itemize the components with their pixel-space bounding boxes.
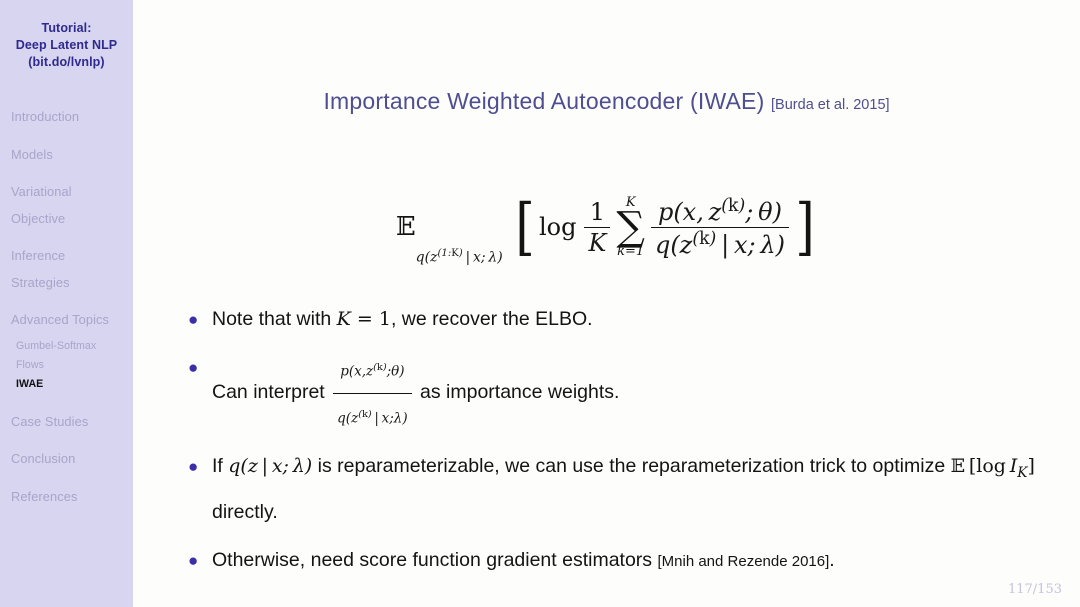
fraction-one-over-k: 1 K — [584, 197, 611, 257]
inline-math-q-posterior: q(z | x; λ) — [228, 455, 313, 477]
presentation-title-line-1: Tutorial: — [41, 21, 92, 35]
list-item: ● If q(z | x; λ) is reparameterizable, w… — [188, 447, 1068, 532]
sidebar-item-inference[interactable]: Inference — [0, 246, 133, 266]
fraction-denominator: q(z(k) | x;λ) — [333, 392, 412, 439]
fraction-numerator: 1 — [589, 197, 606, 226]
sidebar-item-label: Advanced Topics — [11, 312, 110, 327]
bullet-dot-icon: ● — [188, 550, 199, 570]
list-item: ● Can interpret p(x,z(k);θ) q(z(k) | x;λ… — [188, 348, 1068, 438]
bullet-text-after: , we recover the ELBO. — [390, 308, 593, 330]
list-item: ● Otherwise, need score function gradien… — [188, 541, 1068, 581]
fraction-p-over-q: p(x, z(k); θ) q(z(k) | x; λ) — [650, 195, 789, 259]
summation-sigma-icon: ∑ — [616, 204, 645, 250]
bullet-text-importance-weights: Can interpret p(x,z(k);θ) q(z(k) | x;λ) … — [212, 348, 1068, 438]
bullet-text-before: Note that with — [212, 308, 337, 330]
sidebar-item-label: Strategies — [11, 274, 70, 290]
fraction-denominator: q(z(k) | x; λ) — [650, 226, 789, 259]
sidebar-item-references[interactable]: References — [0, 487, 133, 507]
bullet-text-after: as importance weights. — [414, 381, 620, 404]
presentation-title-line-3: (bit.do/lvnlp) — [28, 55, 105, 69]
bullet-text-reparameterization: If q(z | x; λ) is reparameterizable, we … — [212, 447, 1068, 532]
sidebar-subitem-flows[interactable]: Flows — [0, 356, 133, 375]
sidebar-subitem-label: Flows — [16, 358, 44, 371]
bullet-text-before: If — [212, 455, 229, 477]
sidebar-item-variational[interactable]: Variational — [0, 182, 133, 202]
sidebar-item-label: Case Studies — [11, 413, 89, 429]
sidebar-item-strategies[interactable]: Strategies — [0, 273, 133, 293]
bullet-dot-icon: ● — [188, 358, 199, 377]
sidebar-item-label: References — [11, 488, 78, 504]
inline-math-k-equals-1: K = 1 — [336, 308, 391, 330]
sidebar-item-conclusion[interactable]: Conclusion — [0, 449, 133, 469]
sidebar-item-label: Variational — [11, 184, 72, 199]
sidebar-item-case-studies[interactable]: Case Studies — [0, 412, 133, 432]
sidebar-section-list: Introduction Models Variational Objectiv… — [0, 107, 133, 506]
sidebar-subitem-label: Gumbel-Softmax — [16, 339, 97, 352]
sidebar-item-advanced-topics[interactable]: Advanced Topics — [0, 310, 133, 330]
presentation-title: Tutorial: Deep Latent NLP (bit.do/lvnlp) — [0, 0, 133, 71]
bullet-text-after: . — [829, 548, 835, 571]
slide-title: Importance Weighted Autoencoder (IWAE) [… — [133, 88, 1080, 115]
bullet-text-score-function: Otherwise, need score function gradient … — [212, 541, 1068, 581]
fraction-numerator: p(x,z(k);θ) — [340, 362, 405, 380]
bullet-text-before: Can interpret — [212, 381, 331, 404]
expectation-subscript: q(z(1:K) | x; λ) — [415, 247, 503, 266]
list-item: ● Note that with K = 1, we recover the E… — [188, 300, 1068, 339]
bullet-dot-icon: ● — [188, 310, 199, 329]
sidebar-item-label: Introduction — [11, 109, 80, 124]
sidebar-item-label: Models — [11, 146, 53, 162]
bullet-text-after: directly. — [212, 500, 278, 523]
summation-lower-limit: k=1 — [617, 244, 645, 259]
summation-symbol-block: K ∑ k=1 — [616, 196, 645, 258]
bullet-dot-icon: ● — [188, 457, 199, 476]
presentation-title-line-2: Deep Latent NLP — [15, 38, 118, 52]
equation-open-bracket: [ — [515, 190, 535, 264]
display-equation: 𝔼 q(z(1:K) | x; λ) [ log 1 K K ∑ k=1 p(x… — [133, 172, 1080, 282]
sidebar-item-objective[interactable]: Objective — [0, 209, 133, 229]
equation-close-bracket: ] — [795, 190, 815, 264]
bullet-citation: [Mnih and Rezende 2016] — [657, 552, 830, 570]
sidebar-subitem-label: IWAE — [16, 377, 44, 390]
page-number: 117/153 — [1007, 582, 1062, 597]
slide-content: Importance Weighted Autoencoder (IWAE) [… — [133, 0, 1080, 607]
expectation-operator: 𝔼 — [395, 212, 416, 242]
slide-title-text: Importance Weighted Autoencoder (IWAE) — [323, 88, 765, 114]
bullet-list: ● Note that with K = 1, we recover the E… — [188, 300, 1068, 590]
inline-math-expectation-log-ik: 𝔼 [log IK] — [950, 455, 1035, 481]
sidebar-item-introduction[interactable]: Introduction — [0, 107, 133, 127]
sidebar-item-label: Objective — [11, 210, 66, 226]
inline-fraction-importance-weight: p(x,z(k);θ) q(z(k) | x;λ) — [333, 348, 412, 439]
bullet-text-before: Otherwise, need score function gradient … — [212, 548, 658, 571]
slide-title-citation: [Burda et al. 2015] — [771, 97, 890, 113]
sidebar-item-models[interactable]: Models — [0, 145, 133, 165]
bullet-text-mid: is reparameterizable, we can use the rep… — [312, 455, 951, 477]
sidebar-item-label: Inference — [11, 248, 66, 263]
log-operator: log — [538, 213, 577, 241]
fraction-numerator: p(x, z(k); θ) — [657, 195, 782, 226]
sidebar-subitem-iwae[interactable]: IWAE — [0, 375, 133, 394]
sidebar-subitem-gumbel-softmax[interactable]: Gumbel-Softmax — [0, 337, 133, 356]
bullet-text-elbo: Note that with K = 1, we recover the ELB… — [212, 300, 1068, 339]
sidebar-navigation: Tutorial: Deep Latent NLP (bit.do/lvnlp)… — [0, 0, 133, 607]
fraction-denominator: K — [584, 226, 611, 257]
sidebar-item-label: Conclusion — [11, 451, 76, 466]
